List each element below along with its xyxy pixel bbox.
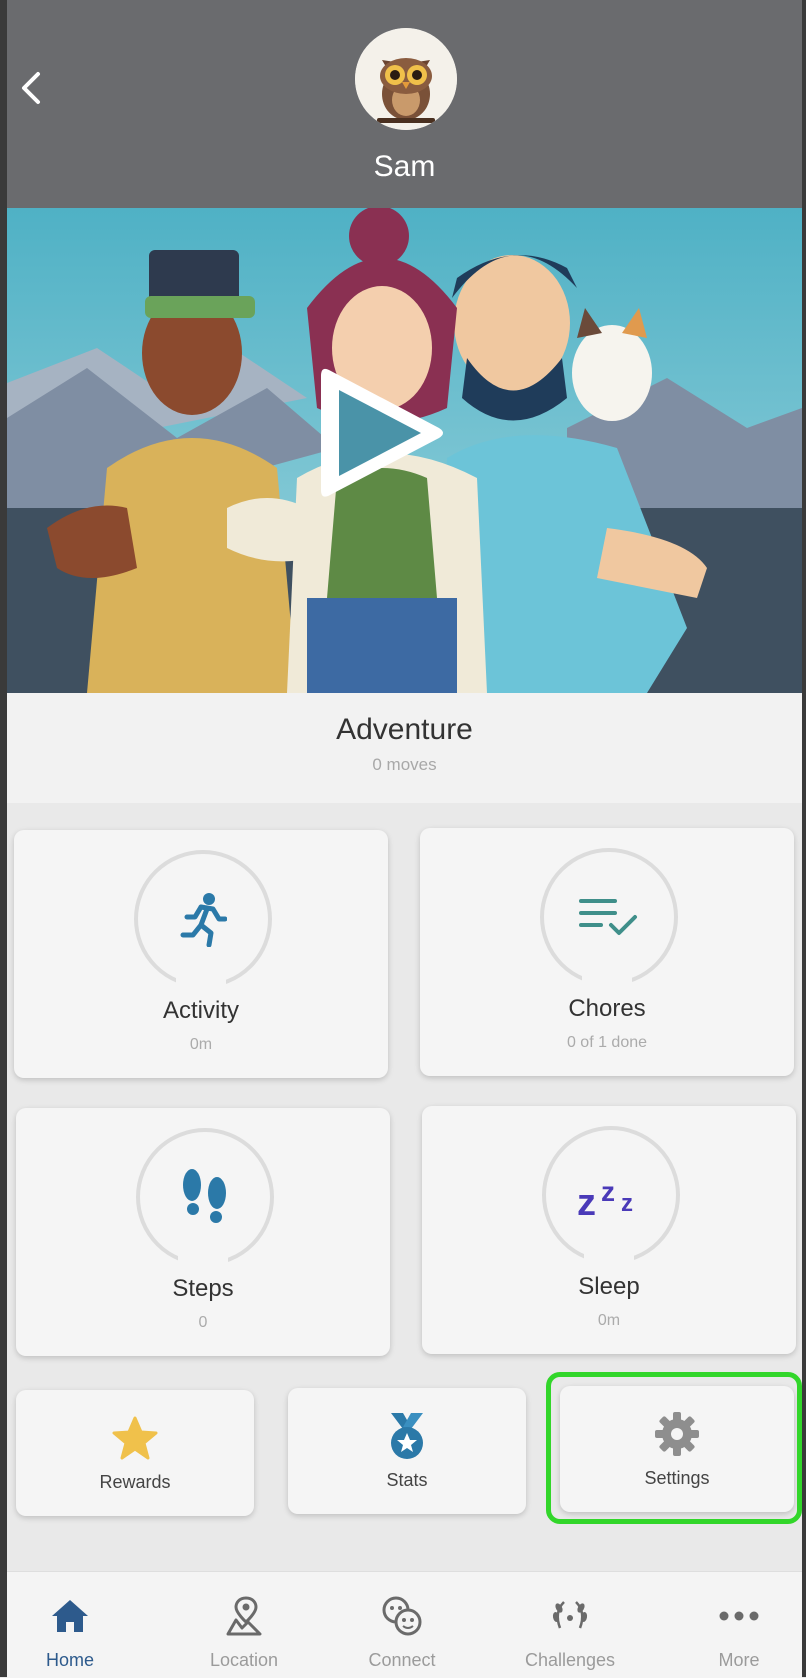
nav-location[interactable]: Location xyxy=(179,1572,309,1678)
nav-home-label: Home xyxy=(45,1650,94,1670)
nav-challenges[interactable]: Challenges xyxy=(505,1572,635,1678)
device-frame-right xyxy=(802,0,806,1677)
svg-text:z: z xyxy=(601,1176,615,1207)
bottom-navigation: Home Location Connect Challenges More xyxy=(7,1571,802,1678)
activity-value: 0m xyxy=(189,1036,213,1053)
nav-home[interactable]: Home xyxy=(5,1572,135,1678)
rewards-label: Rewards xyxy=(99,1472,171,1492)
nav-more[interactable]: More xyxy=(674,1572,804,1678)
steps-value: 0 xyxy=(198,1314,208,1331)
medal-icon xyxy=(383,1412,431,1460)
sleep-value: 0m xyxy=(597,1312,621,1329)
adventure-hero-image[interactable] xyxy=(7,208,802,693)
activity-label: Activity xyxy=(162,997,239,1024)
ring-gap xyxy=(178,1238,228,1268)
steps-label: Steps xyxy=(172,1275,234,1302)
adventure-title: Adventure xyxy=(336,713,473,746)
nav-connect-label: Connect xyxy=(368,1650,436,1670)
back-button[interactable] xyxy=(11,64,51,112)
play-icon xyxy=(321,368,443,497)
chores-value: 0 of 1 done xyxy=(566,1034,648,1051)
more-dots-icon xyxy=(717,1594,761,1638)
chores-label: Chores xyxy=(568,995,646,1022)
ring-gap xyxy=(176,960,226,990)
stats-label: Stats xyxy=(386,1470,428,1490)
steps-card[interactable]: Steps 0 xyxy=(16,1108,390,1356)
nav-challenges-label: Challenges xyxy=(524,1650,616,1670)
map-pin-icon xyxy=(222,1594,266,1638)
footsteps-icon xyxy=(183,1169,226,1223)
chores-card[interactable]: Chores 0 of 1 done xyxy=(420,828,794,1076)
play-video-button[interactable] xyxy=(307,358,457,508)
star-icon xyxy=(111,1414,159,1462)
nav-connect[interactable]: Connect xyxy=(337,1572,467,1678)
sleep-card[interactable]: z z z Sleep 0m xyxy=(422,1106,796,1354)
activity-card[interactable]: Activity 0m xyxy=(14,830,388,1078)
rewards-button[interactable]: Rewards xyxy=(16,1390,254,1516)
chat-faces-icon xyxy=(380,1594,424,1638)
svg-text:z: z xyxy=(621,1190,633,1217)
running-icon xyxy=(180,893,227,947)
sleep-label: Sleep xyxy=(578,1273,640,1300)
home-icon xyxy=(48,1594,92,1638)
checklist-icon xyxy=(579,899,637,935)
adventure-summary[interactable]: Adventure 0 moves xyxy=(7,693,802,803)
profile-header: Sam xyxy=(7,0,802,208)
device-frame-left xyxy=(0,0,7,1677)
laurel-icon xyxy=(548,1594,592,1638)
svg-text:z: z xyxy=(577,1182,596,1219)
sleep-zzz-icon: z z z xyxy=(577,1176,633,1219)
owl-avatar-icon xyxy=(355,28,457,130)
settings-highlight-outline xyxy=(546,1372,802,1524)
chevron-left-icon xyxy=(22,72,40,104)
ring-gap xyxy=(582,958,632,988)
nav-location-label: Location xyxy=(209,1650,279,1670)
user-name: Sam xyxy=(373,150,436,183)
avatar[interactable] xyxy=(355,28,457,130)
nav-more-label: More xyxy=(718,1650,760,1670)
ring-gap xyxy=(584,1236,634,1266)
adventure-moves: 0 moves xyxy=(372,755,437,774)
stats-button[interactable]: Stats xyxy=(288,1388,526,1514)
